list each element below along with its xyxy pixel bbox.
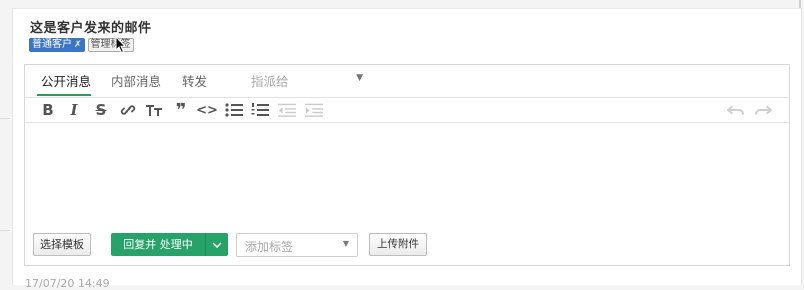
assign-to-dropdown[interactable]: 指派给 ▼ [251, 71, 363, 90]
outdent-icon[interactable] [278, 101, 296, 119]
link-icon[interactable] [119, 101, 137, 119]
tag-label: 普通客户 [32, 39, 72, 50]
reply-actions: 选择模板 回复并 处理中 添加标签 ▼ 上传附件 [33, 233, 797, 257]
scrollbar-fragment[interactable] [799, 0, 801, 8]
strikethrough-icon[interactable]: S [92, 101, 110, 119]
assign-placeholder: 指派给 [251, 74, 289, 89]
message-type-tabs: 公开消息 内部消息 转发 指派给 ▼ [25, 65, 789, 97]
tag-customer-type[interactable]: 普通客户 ✗ [29, 38, 85, 52]
add-tag-select[interactable]: 添加标签 ▼ [236, 233, 358, 257]
quote-icon[interactable]: ❞ [172, 100, 190, 121]
tab-public-message[interactable]: 公开消息 [41, 71, 91, 90]
remove-tag-icon[interactable]: ✗ [74, 38, 82, 52]
reply-options-button[interactable] [205, 233, 228, 256]
divider [0, 230, 10, 231]
add-tag-placeholder: 添加标签 [245, 240, 294, 254]
background-top [0, 0, 804, 8]
formatting-toolbar: B I S ❞ <> [25, 97, 789, 123]
choose-template-button[interactable]: 选择模板 [33, 233, 91, 256]
bullet-list-icon[interactable] [225, 101, 243, 119]
numbered-list-icon[interactable] [251, 101, 269, 119]
ticket-card: 这是客户发来的邮件 普通客户 ✗ 管理标签 公开消息 内部消息 转发 指派给 ▼… [12, 8, 802, 290]
divider [0, 118, 10, 119]
code-icon[interactable]: <> [196, 101, 218, 119]
reply-and-set-processing-button[interactable]: 回复并 处理中 [111, 233, 205, 256]
bold-icon[interactable]: B [39, 101, 57, 119]
tab-forward[interactable]: 转发 [182, 71, 207, 90]
indent-icon[interactable] [305, 101, 323, 119]
chevron-down-icon: ▼ [342, 239, 349, 248]
active-tab-indicator [37, 94, 91, 96]
heading-icon[interactable] [145, 101, 163, 119]
ticket-subject: 这是客户发来的邮件 [30, 21, 152, 36]
redo-icon[interactable] [754, 101, 772, 119]
chevron-down-icon [212, 241, 222, 248]
upload-attachment-button[interactable]: 上传附件 [369, 233, 427, 256]
undo-icon[interactable] [727, 101, 745, 119]
tab-internal-message[interactable]: 内部消息 [111, 71, 161, 90]
italic-icon[interactable]: I [65, 101, 83, 119]
reply-editor: 公开消息 内部消息 转发 指派给 ▼ B I S ❞ <> 选择模板 回复并 处… [24, 64, 790, 266]
chevron-down-icon: ▼ [356, 73, 363, 83]
mouse-cursor-icon [115, 36, 127, 54]
